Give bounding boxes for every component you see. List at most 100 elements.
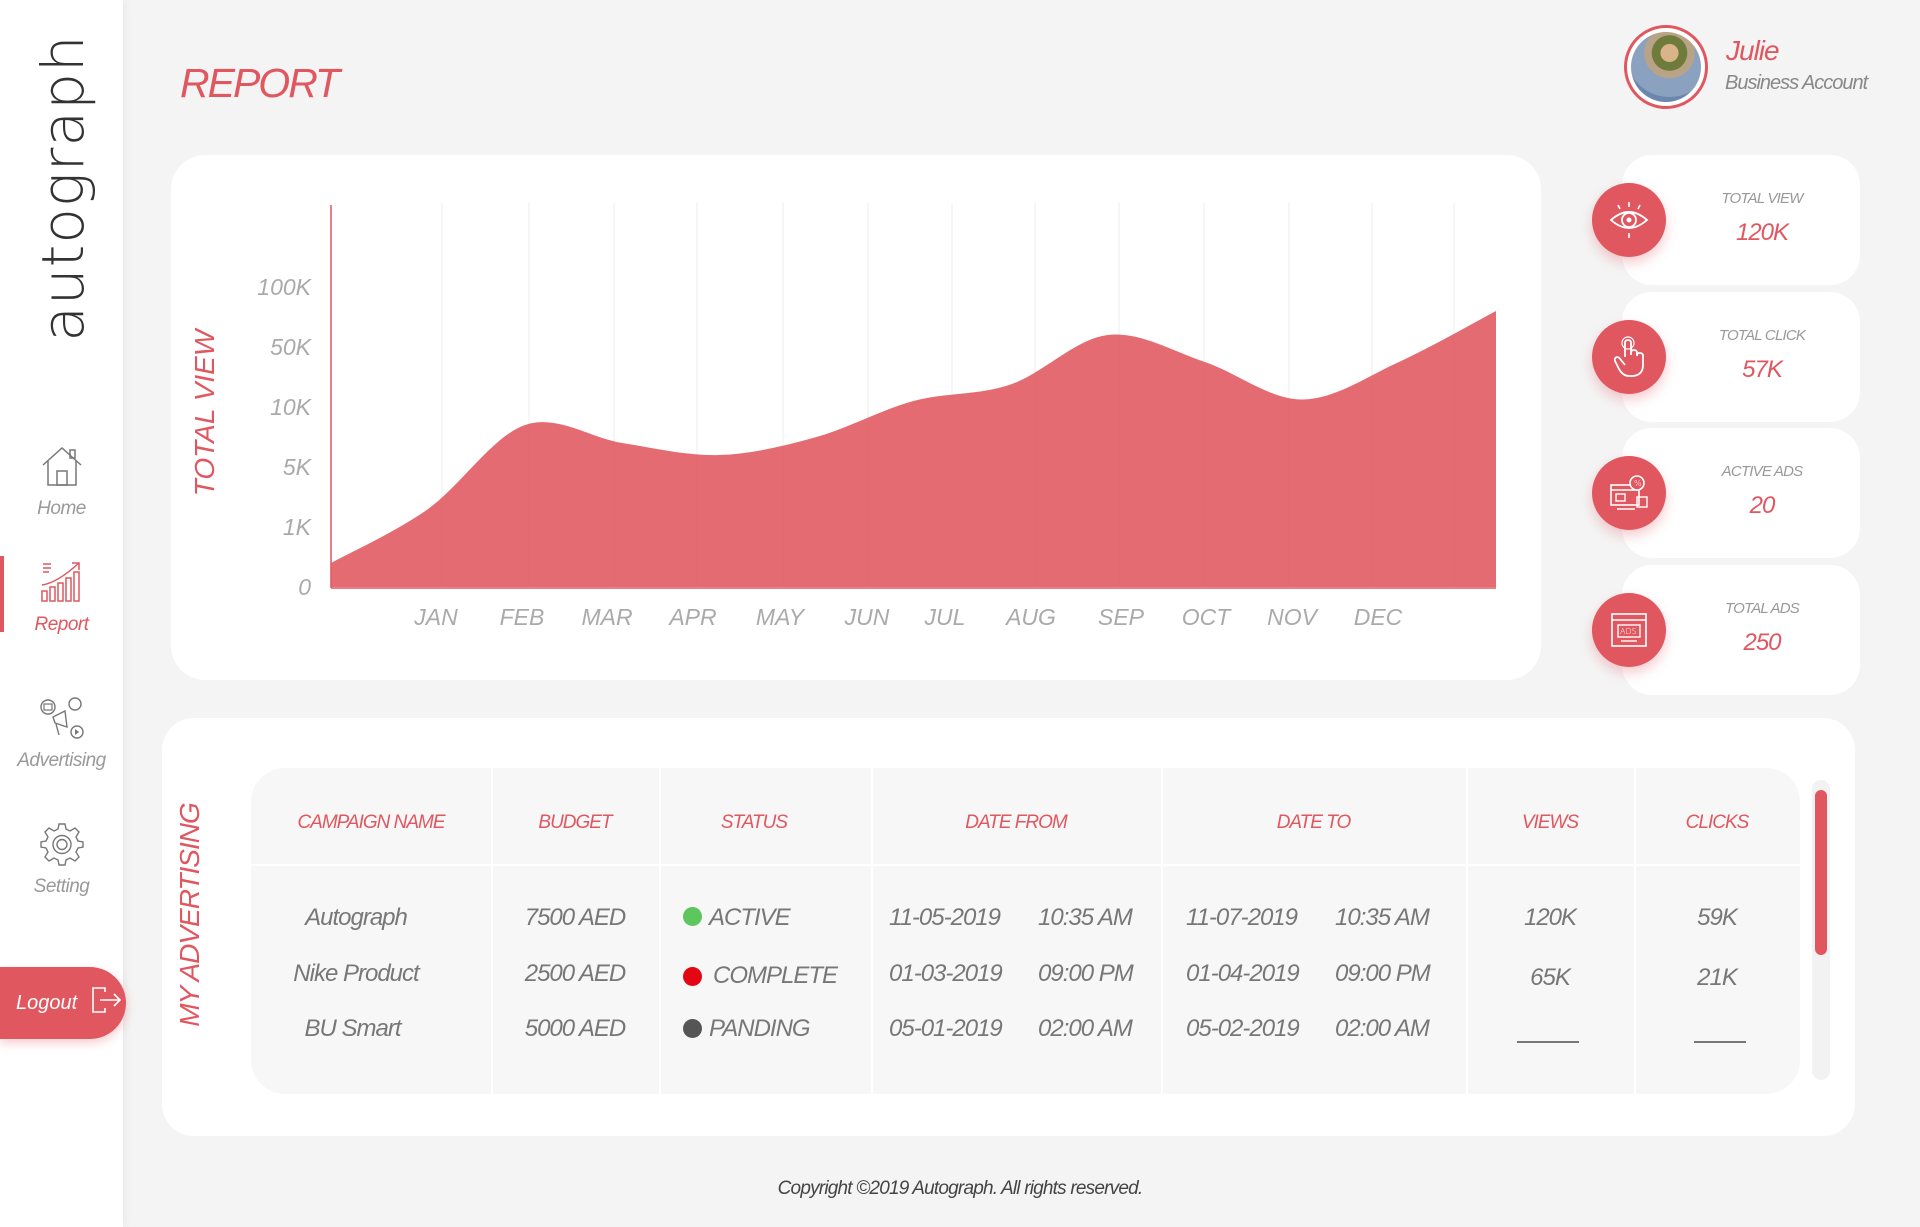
y-tick-label: 1K [283, 514, 313, 540]
cell-time-to: 10:35 AM [1335, 904, 1430, 931]
cell-date-from: 11-05-2019 [889, 904, 1001, 931]
page-title: REPORT [180, 60, 340, 106]
y-tick-label: 10K [270, 394, 313, 420]
x-tick-label: APR [667, 604, 716, 630]
sidebar-item-label: Setting [33, 876, 90, 897]
cell-budget: 7500 AED [524, 904, 627, 931]
x-tick-label: MAY [756, 604, 806, 630]
avatar[interactable] [1624, 25, 1708, 109]
cell-time-from: 10:35 AM [1038, 904, 1133, 931]
brand-logo[interactable]: autograph [13, 34, 113, 341]
stat-label: TOTAL ADS [1725, 600, 1800, 617]
chart-card: 0 1K 5K 10K 50K 100K JAN FEB MAR APR MAY JUN JUL AUG S… [171, 155, 1541, 680]
svg-text:ADS: ADS [1620, 627, 1637, 636]
ads-icon: ADS [1592, 593, 1666, 667]
logout-icon [91, 986, 123, 1020]
cell-clicks: 21K [1697, 964, 1738, 991]
stat-label: TOTAL CLICK [1718, 327, 1806, 344]
y-tick-label: 5K [283, 454, 313, 480]
stat-value: 20 [1749, 492, 1776, 519]
cell-date-from: 05-01-2019 [889, 1015, 1003, 1042]
advertising-table: CAMPAIGN NAME BUDGET STATUS DATE FROM DA… [251, 768, 1800, 1094]
cell-time-to: 02:00 AM [1335, 1015, 1430, 1042]
x-tick-label: SEP [1098, 604, 1145, 630]
stat-value: 57K [1742, 356, 1783, 383]
logout-button[interactable]: Logout [0, 967, 126, 1039]
y-tick-label: 50K [270, 334, 313, 360]
x-tick-label: DEC [1354, 604, 1403, 630]
stat-label: ACTIVE ADS [1721, 463, 1803, 480]
status-dot-active [683, 907, 702, 926]
sidebar: autograph Home Report Advertising Settin… [0, 0, 123, 1227]
sidebar-item-setting[interactable]: Setting [0, 818, 123, 918]
chart-y-axis-title: TOTAL VIEW [189, 327, 220, 496]
cell-budget: 5000 AED [524, 1015, 627, 1042]
cell-views: 120K [1523, 904, 1577, 931]
section-label: MY ADVERTISING [174, 803, 205, 1027]
column-header-date-from[interactable]: DATE FROM [871, 812, 1161, 834]
logo-text: autograph [29, 34, 97, 342]
logout-label: Logout [16, 991, 78, 1014]
y-tick-label: 100K [257, 274, 312, 300]
x-tick-label: JUN [844, 604, 890, 630]
cell-time-from: 02:00 AM [1038, 1015, 1133, 1042]
x-tick-label: JUL [924, 604, 966, 630]
sidebar-item-report[interactable]: Report [0, 556, 123, 656]
cell-status: PANDING [709, 1015, 811, 1042]
column-header-date-to[interactable]: DATE TO [1161, 812, 1466, 834]
status-dot-complete [683, 967, 702, 986]
eye-icon [1592, 183, 1666, 257]
report-icon [36, 556, 88, 608]
sidebar-item-label: Report [34, 614, 89, 635]
advertising-icon [36, 692, 88, 744]
chart-area-series [331, 311, 1496, 587]
cell-views-empty [1517, 1041, 1579, 1043]
sidebar-item-label: Home [37, 498, 86, 519]
sidebar-item-home[interactable]: Home [0, 440, 123, 540]
stat-card-total-click: TOTAL CLICK 57K [1592, 292, 1860, 422]
gear-icon [36, 818, 88, 870]
home-icon [36, 440, 88, 492]
stat-value: 250 [1743, 629, 1781, 656]
x-tick-label: OCT [1182, 604, 1233, 630]
cell-status: COMPLETE [713, 962, 838, 989]
cell-views: 65K [1530, 964, 1571, 991]
x-tick-label: JAN [413, 604, 458, 630]
status-dot-pending [683, 1019, 702, 1038]
stat-value: 120K [1735, 219, 1789, 246]
cell-clicks: 59K [1697, 904, 1738, 931]
user-profile[interactable]: Julie Business Account [1624, 25, 1904, 111]
active-ads-icon: % [1592, 456, 1666, 530]
cell-status: ACTIVE [709, 904, 791, 931]
cell-budget: 2500 AED [524, 960, 627, 987]
column-header-status[interactable]: STATUS [659, 812, 849, 834]
column-header-views[interactable]: VIEWS [1466, 812, 1634, 834]
table-scrollbar[interactable] [1812, 780, 1830, 1080]
x-tick-label: NOV [1267, 604, 1320, 630]
click-icon [1592, 320, 1666, 394]
scrollbar-thumb[interactable] [1815, 790, 1827, 955]
cell-clicks-empty [1694, 1041, 1746, 1043]
cell-campaign-name: Autograph [305, 904, 408, 931]
footer-copyright: Copyright ©2019 Autograph. All rights re… [777, 1178, 1144, 1199]
total-view-chart: 0 1K 5K 10K 50K 100K JAN FEB MAR APR MAY JUN JUL AUG S… [189, 203, 1496, 630]
sidebar-item-advertising[interactable]: Advertising [0, 692, 123, 792]
column-header-clicks[interactable]: CLICKS [1634, 812, 1800, 834]
cell-campaign-name: Nike Product [293, 960, 419, 987]
column-header-budget[interactable]: BUDGET [491, 812, 659, 834]
stat-card-active-ads: % ACTIVE ADS 20 [1592, 428, 1860, 558]
profile-name: Julie [1726, 35, 1780, 66]
y-tick-label: 0 [298, 574, 311, 600]
cell-time-from: 09:00 PM [1038, 960, 1134, 987]
x-tick-label: AUG [1004, 604, 1056, 630]
stat-card-total-view: TOTAL VIEW 120K [1592, 155, 1860, 285]
x-tick-label: MAR [581, 604, 632, 630]
cell-date-to: 01-04-2019 [1186, 960, 1300, 987]
stat-label: TOTAL VIEW [1721, 190, 1803, 207]
cell-time-to: 09:00 PM [1335, 960, 1431, 987]
sidebar-item-label: Advertising [17, 750, 106, 771]
cell-date-to: 11-07-2019 [1186, 904, 1298, 931]
column-header-campaign-name[interactable]: CAMPAIGN NAME [251, 812, 491, 834]
profile-role: Business Account [1725, 72, 1868, 94]
cell-campaign-name: BU Smart [304, 1015, 401, 1042]
